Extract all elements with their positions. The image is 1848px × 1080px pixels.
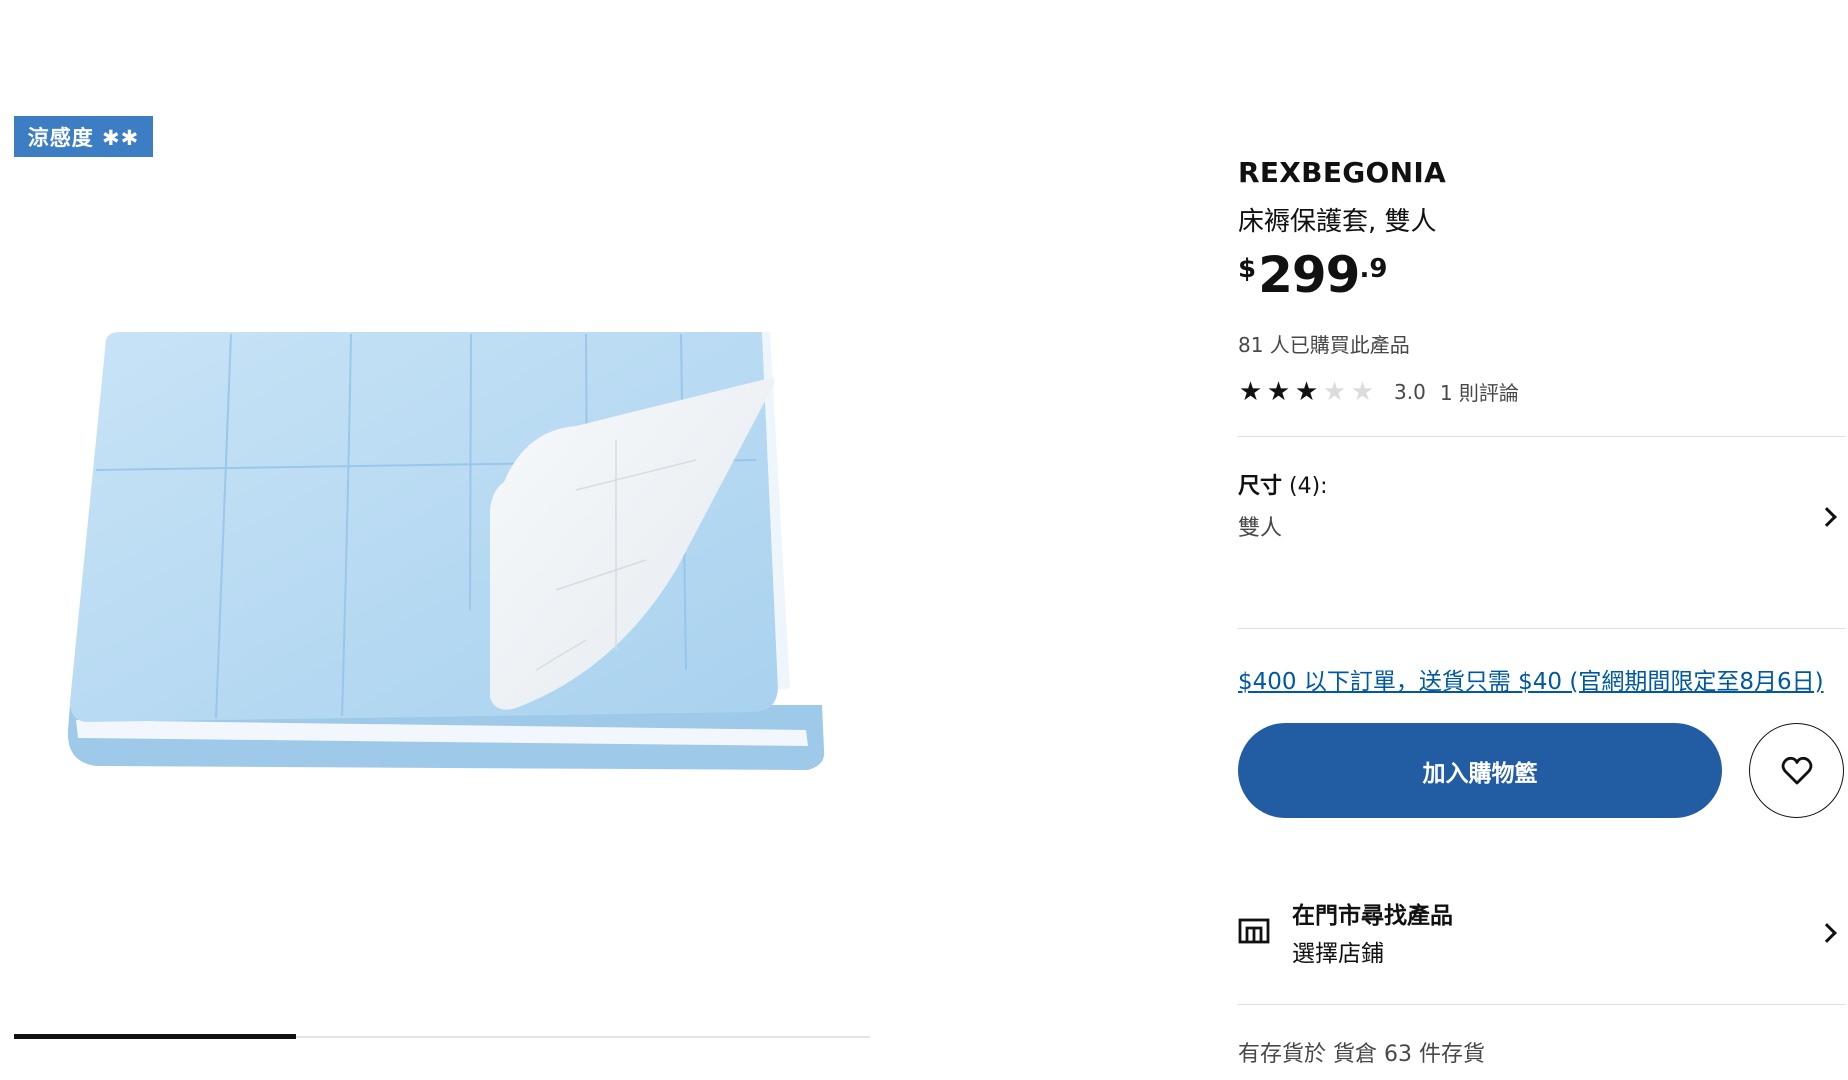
size-label-text: 尺寸 <box>1238 474 1283 499</box>
rating-value: 3.0 <box>1394 379 1426 404</box>
delivery-promo-link[interactable]: $400 以下訂單，送貨只需 $40 (官網期間限定至8月6日) <box>1238 662 1824 696</box>
add-to-cart-button[interactable]: 加入購物籃 <box>1238 723 1722 818</box>
size-selector[interactable]: 尺寸 (4): 雙人 <box>1238 468 1846 568</box>
price-currency: $ <box>1238 254 1257 284</box>
heart-icon <box>1781 756 1812 784</box>
product-price: $ 299 .9 <box>1238 248 1387 302</box>
product-brand: REXBEGONIA <box>1238 156 1447 189</box>
purchase-count: 81 人已購買此產品 <box>1238 333 1410 357</box>
rating[interactable]: ★ ★ ★ ★ ★ 3.0 1 則評論 <box>1238 377 1519 406</box>
rating-stars: ★ ★ ★ ★ ★ <box>1238 378 1375 406</box>
chevron-right-icon <box>1817 923 1837 943</box>
gallery-progress[interactable] <box>14 1034 870 1039</box>
star-filled-icon: ★ <box>1238 376 1263 407</box>
product-info: REXBEGONIA 床褥保護套, 雙人 $ 299 .9 81 人已購買此產品… <box>1238 0 1846 1080</box>
product-description: 床褥保護套, 雙人 <box>1238 207 1437 237</box>
store-subtitle: 選擇店鋪 <box>1292 941 1384 967</box>
product-image[interactable] <box>56 310 830 770</box>
stock-status: 有存貨於 貨倉 63 件存貨 <box>1238 1042 1485 1067</box>
cooling-badge: 涼感度 ✱✱ <box>14 116 153 157</box>
price-decimal: .9 <box>1359 254 1388 284</box>
divider <box>1238 628 1846 629</box>
divider <box>1238 1004 1846 1005</box>
review-count[interactable]: 1 則評論 <box>1440 377 1519 406</box>
star-filled-icon: ★ <box>1294 376 1319 407</box>
store-title: 在門市尋找產品 <box>1292 903 1453 929</box>
star-filled-icon: ★ <box>1266 376 1291 407</box>
star-empty-icon: ★ <box>1350 376 1375 407</box>
size-count: (4): <box>1289 474 1328 499</box>
store-icon <box>1238 918 1270 944</box>
price-integer: 299 <box>1258 246 1360 304</box>
favorite-button[interactable] <box>1749 723 1844 818</box>
size-label: 尺寸 (4): <box>1238 468 1846 500</box>
gallery-progress-indicator <box>14 1034 297 1039</box>
find-in-store-button[interactable]: 在門市尋找產品 選擇店鋪 <box>1238 896 1846 968</box>
size-value: 雙人 <box>1238 516 1283 541</box>
divider <box>1238 436 1846 437</box>
product-page: 涼感度 ✱✱ REXBEGONIA 床褥保護套, 雙人 $ 299 .9 81 … <box>0 0 1848 1080</box>
star-empty-icon: ★ <box>1322 376 1347 407</box>
